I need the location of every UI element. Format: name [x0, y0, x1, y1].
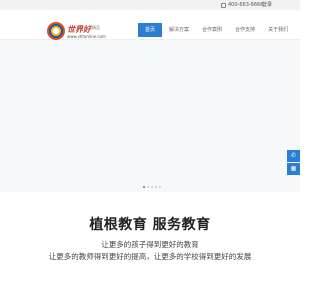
- slogan-line-2: 让更多的教师得到更好的提高，让更多的学校得到更好的发展: [48, 252, 252, 261]
- carousel-dot[interactable]: [159, 186, 161, 188]
- main-nav: 首页 解决方案 合作案例 合作支持 关于我们: [138, 23, 295, 37]
- hero-banner[interactable]: [0, 40, 300, 192]
- hotline-number: 400-663-6666: [228, 2, 264, 8]
- nav-item-support[interactable]: 合作支持: [229, 23, 261, 37]
- logo-emblem-icon: [47, 22, 65, 40]
- carousel-dot[interactable]: [151, 186, 153, 188]
- hotline: 400-663-6666: [221, 1, 263, 9]
- login-link[interactable]: 登录: [262, 1, 272, 9]
- floating-contact-widget: ✆ ▦: [287, 150, 300, 175]
- carousel-dot[interactable]: [147, 186, 149, 188]
- nav-item-home[interactable]: 首页: [138, 23, 163, 37]
- carousel-indicators: [143, 186, 161, 188]
- slogan-line-1: 让更多的孩子得到更好的教育: [101, 240, 199, 249]
- nav-item-solutions[interactable]: 解决方案: [163, 23, 195, 37]
- phone-icon: [221, 2, 226, 8]
- qr-icon[interactable]: ▦: [287, 163, 300, 175]
- carousel-dot[interactable]: [143, 186, 145, 188]
- nav-item-cases[interactable]: 合作案例: [196, 23, 228, 37]
- logo-url: www.shtonline.com: [67, 34, 106, 39]
- nav-item-about[interactable]: 关于我们: [262, 23, 294, 37]
- carousel-dot[interactable]: [155, 186, 157, 188]
- site-header: 世界好 精品 www.shtonline.com 首页 解决方案 合作案例 合作…: [0, 10, 300, 40]
- logo-tag: 精品: [92, 25, 100, 30]
- top-utility-bar: 400-663-6666 登录: [0, 0, 300, 10]
- phone-icon[interactable]: ✆: [287, 150, 300, 162]
- slogan-title: 植根教育 服务教育: [89, 217, 211, 233]
